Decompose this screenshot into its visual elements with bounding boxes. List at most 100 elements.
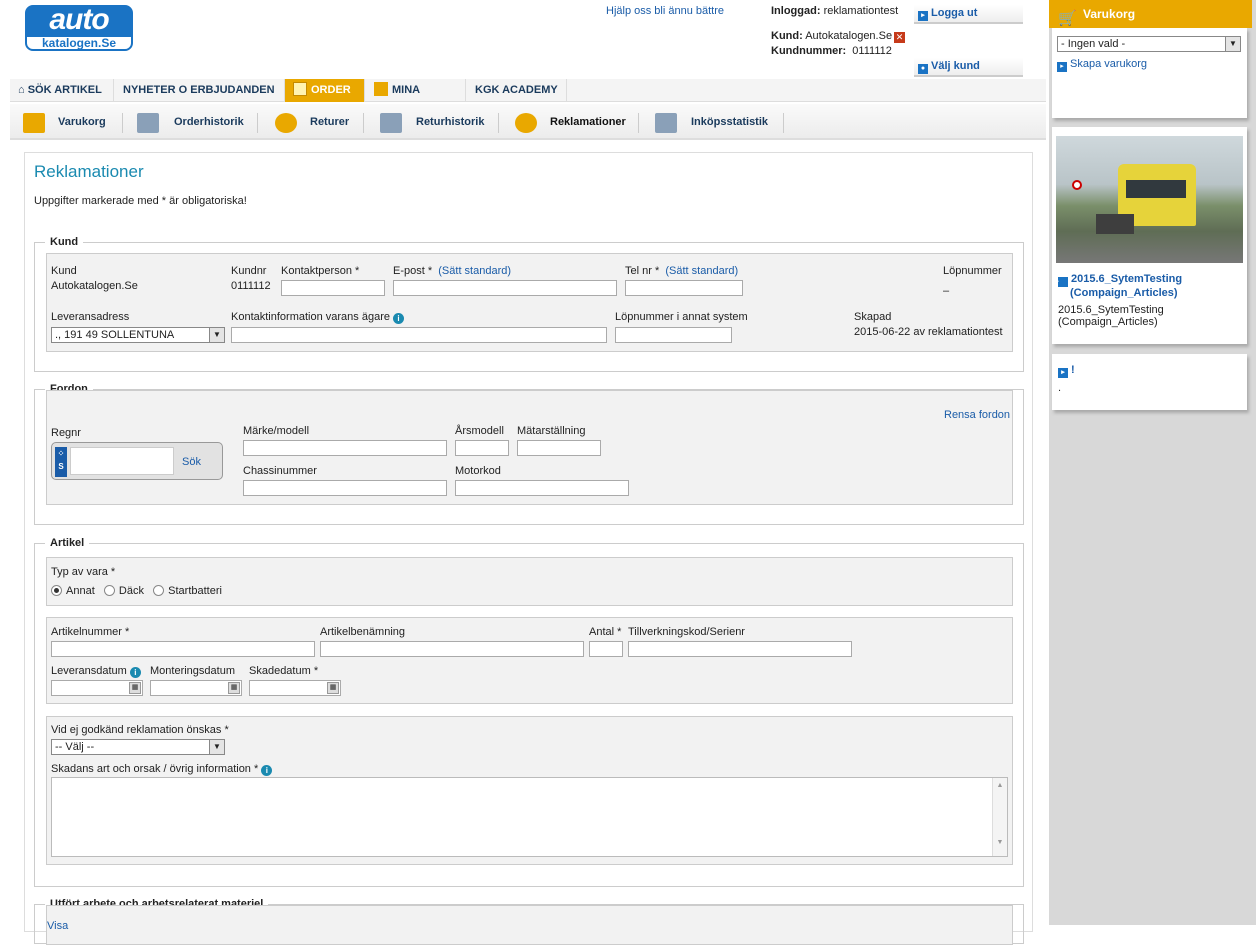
tab-inkopsstatistik[interactable]: Inköpsstatistik [691,104,768,140]
nav-kgk-academy[interactable]: KGK ACADEMY [467,79,567,102]
customer-info: Kund: Autokatalogen.Se ✕ Kundnummer: 0111… [771,30,906,57]
email-set-default-link[interactable]: (Sätt standard) [438,265,511,277]
truck-image[interactable] [1056,136,1243,263]
notice-text: . [1058,382,1062,394]
show-work-link[interactable]: Visa [47,920,68,932]
divider [783,113,784,133]
customer-value: Autokatalogen.Se [805,30,893,42]
cart-select[interactable]: - Ingen vald - ▼ [1057,36,1241,52]
return-history-icon [380,113,402,133]
help-link[interactable]: Hjälp oss bli ännu bättre [606,5,724,17]
remove-customer-icon[interactable]: ✕ [894,32,906,43]
article-number-input[interactable] [51,641,315,657]
damage-date-label: Skadedatum * [249,665,319,677]
cart-box: - Ingen vald - ▼ ▸ Skapa varukorg [1052,28,1247,118]
logout-button[interactable]: ▸ Logga ut [914,5,1023,24]
delivery-address-select[interactable]: ., 191 49 SOLLENTUNA ▼ [51,327,225,343]
engine-code-input[interactable] [455,480,629,496]
arrow-icon: ▸ [1057,62,1067,72]
info-icon[interactable]: i [129,667,141,678]
page-icon [374,82,388,96]
serial-input[interactable] [628,641,852,657]
info-icon[interactable]: i [261,765,273,776]
cart-icon [23,113,45,133]
nav-mina-sidor[interactable]: MINA SIDOR [366,79,466,119]
tab-reklamationer[interactable]: Reklamationer [550,104,626,140]
email-input[interactable] [393,280,617,296]
damage-date-input[interactable]: ▦ [249,680,341,696]
chassis-input[interactable] [243,480,447,496]
radio-checked-icon [51,585,62,596]
clear-vehicle-link[interactable]: Rensa fordon [944,409,1010,421]
delivery-value: ., 191 49 SOLLENTUNA [55,329,175,341]
tab-returer[interactable]: Returer [310,104,349,140]
radio-annat[interactable]: Annat [51,585,95,597]
regnr-box: ⁘ S Sök [51,442,223,480]
fordon-fieldset: Fordon Rensa fordon Regnr ⁘ S Sök Märke/m… [34,383,1024,525]
serial-label: Tillverkningskod/Serienr [628,626,745,638]
nav-order[interactable]: ORDER [285,79,365,102]
nav-label: ORDER [311,84,351,96]
if-rejected-value: -- Välj -- [55,741,95,753]
article-name-input[interactable] [320,641,584,657]
make-model-input[interactable] [243,440,447,456]
news-link: ▸ 2015.6_SytemTesting (Compaign_Articles) [1055,273,1183,299]
nav-nyheter[interactable]: NYHETER O ERBJUDANDEN [115,79,285,102]
scroll-down-icon[interactable]: ▼ [993,839,1007,846]
kundnr-value: 0111112 [231,280,271,292]
year-label: Årsmodell [455,425,504,437]
make-label: Märke/modell [243,425,310,437]
radio-dack[interactable]: Däck [103,585,144,597]
quantity-input[interactable] [589,641,623,657]
calendar-icon[interactable]: ▦ [129,682,141,694]
tel-input[interactable] [625,280,743,296]
nav-sok-artikel[interactable]: ⌂ SÖK ARTIKEL [10,79,114,102]
news-box: ▸ 2015.6_SytemTesting (Compaign_Articles)… [1052,127,1247,344]
type-box: Typ av vara * Annat Däck Startbatteri [46,557,1013,606]
logged-in-info: Inloggad: reklamationtest [771,5,898,17]
chevron-down-icon: ▼ [1225,37,1240,51]
search-vehicle-link[interactable]: Sök [182,456,201,468]
year-input[interactable] [455,440,509,456]
artname-label: Artikelbenämning [320,626,405,638]
odometer-input[interactable] [517,440,601,456]
mount-date-input[interactable]: ▦ [150,680,242,696]
radio-icon [153,585,165,596]
if-rejected-select[interactable]: -- Välj -- ▼ [51,739,225,755]
tab-orderhistorik[interactable]: Orderhistorik [174,104,244,140]
calendar-icon[interactable]: ▦ [228,682,240,694]
odometer-label: Mätarställning [517,425,586,437]
damage-info-textarea[interactable]: ▲ ▼ [51,777,1008,857]
mount-date-label: Monteringsdatum [150,665,235,677]
tab-varukorg[interactable]: Varukorg [58,104,106,140]
damage-box: Vid ej godkänd reklamation önskas * -- V… [46,716,1013,865]
divider [638,113,639,133]
delivery-date-input[interactable]: ▦ [51,680,143,696]
cart-header: 🛒 Varukorg [1049,0,1252,28]
order-history-icon [137,113,159,133]
scrollbar[interactable]: ▲ ▼ [992,778,1007,856]
custno-label: Kundnummer: [771,45,847,57]
radio-icon [103,585,115,596]
calendar-icon[interactable]: ▦ [327,682,339,694]
tab-returhistorik[interactable]: Returhistorik [416,104,484,140]
regnr-input[interactable] [70,447,174,475]
return-icon [275,113,297,133]
divider [498,113,499,133]
info-icon[interactable]: i [393,313,405,324]
owner-contact-input[interactable] [231,327,607,343]
kundnr-label: Kundnr [231,265,267,277]
news-text: 2015.6_SytemTesting (Compaign_Articles) [1058,304,1164,328]
kund-label: Kund [51,265,77,277]
fordon-inner: Rensa fordon Regnr ⁘ S Sök Märke/modell Å… [46,390,1013,505]
delivery-date-label: Leveransdatum i [51,665,141,678]
radio-startbatteri[interactable]: Startbatteri [153,585,222,597]
other-lopnr-input[interactable] [615,327,732,343]
tel-set-default-link[interactable]: (Sätt standard) [665,265,738,277]
choose-customer-button[interactable]: ● Välj kund [914,58,1023,77]
divider [257,113,258,133]
contact-person-input[interactable] [281,280,385,296]
arrow-icon: ▸ [1055,277,1068,287]
autokatalogen-logo[interactable]: auto katalogen.Se [25,5,133,51]
scroll-up-icon[interactable]: ▲ [993,782,1007,789]
